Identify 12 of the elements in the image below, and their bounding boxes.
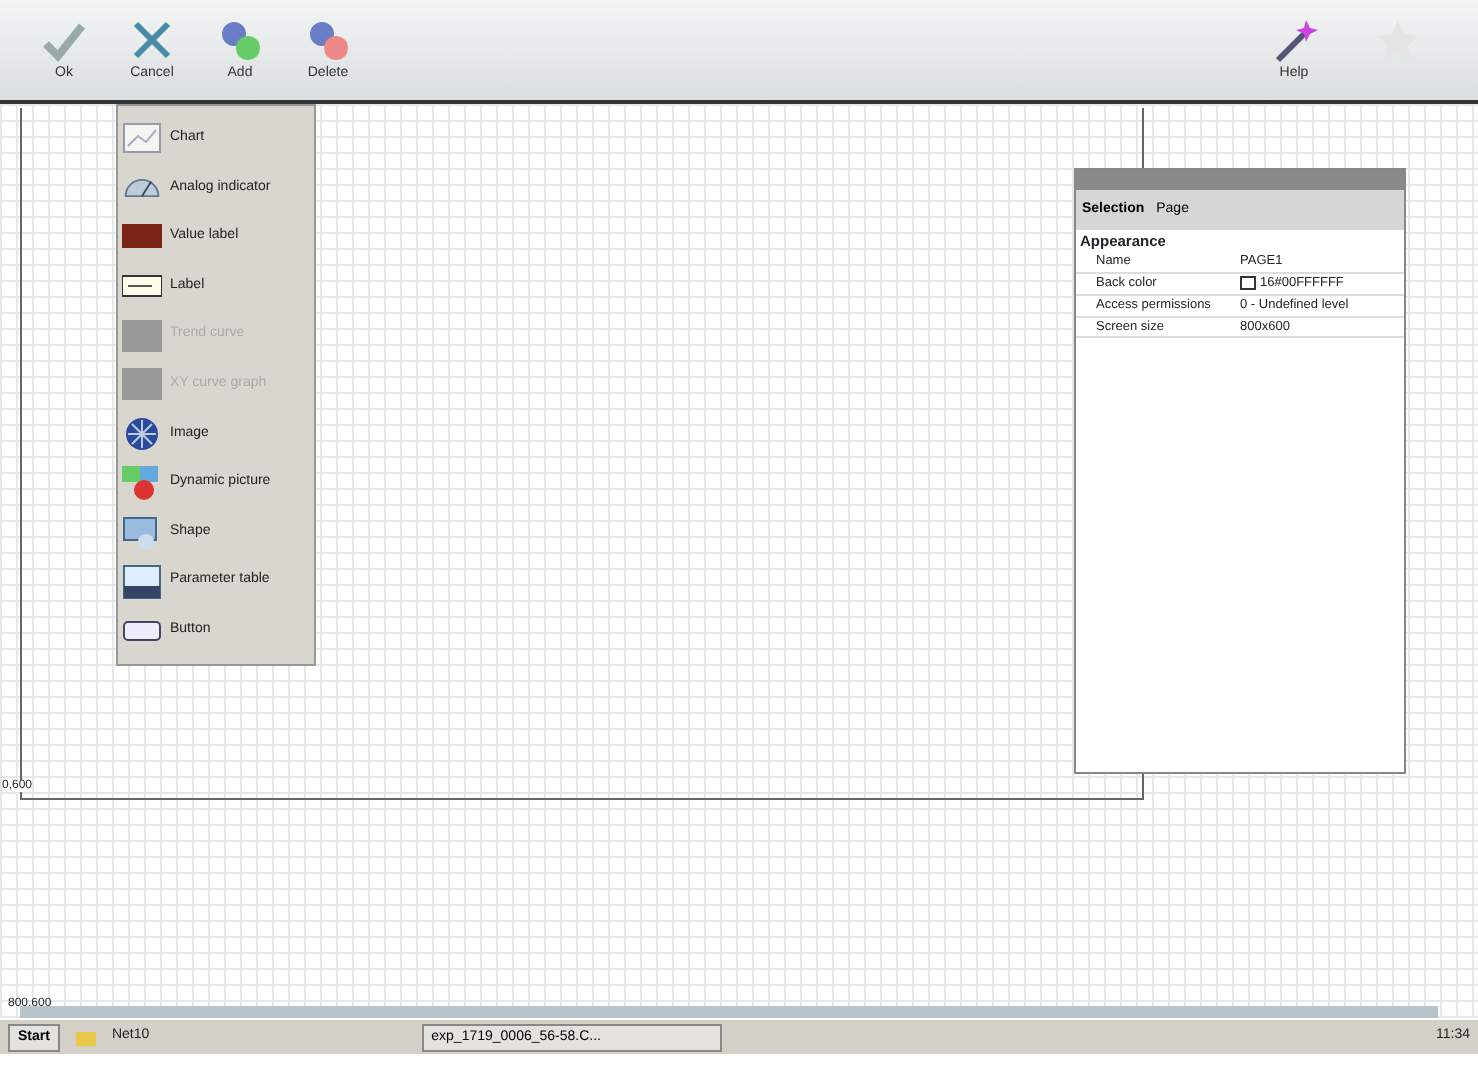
- chart-icon: [122, 120, 162, 157]
- color-swatch: [1240, 276, 1256, 291]
- placeholder-icon: [122, 317, 162, 354]
- snowflake-icon: [122, 415, 162, 452]
- wand-icon: [1270, 15, 1318, 64]
- scroll-bar[interactable]: [20, 1006, 1438, 1018]
- shape-icon: [122, 514, 162, 551]
- folder-icon: [75, 1027, 96, 1047]
- placeholder-icon: [122, 366, 162, 403]
- dynamic-picture-icon: [122, 464, 162, 501]
- gauge-icon: [122, 177, 162, 198]
- table-icon: [122, 563, 162, 600]
